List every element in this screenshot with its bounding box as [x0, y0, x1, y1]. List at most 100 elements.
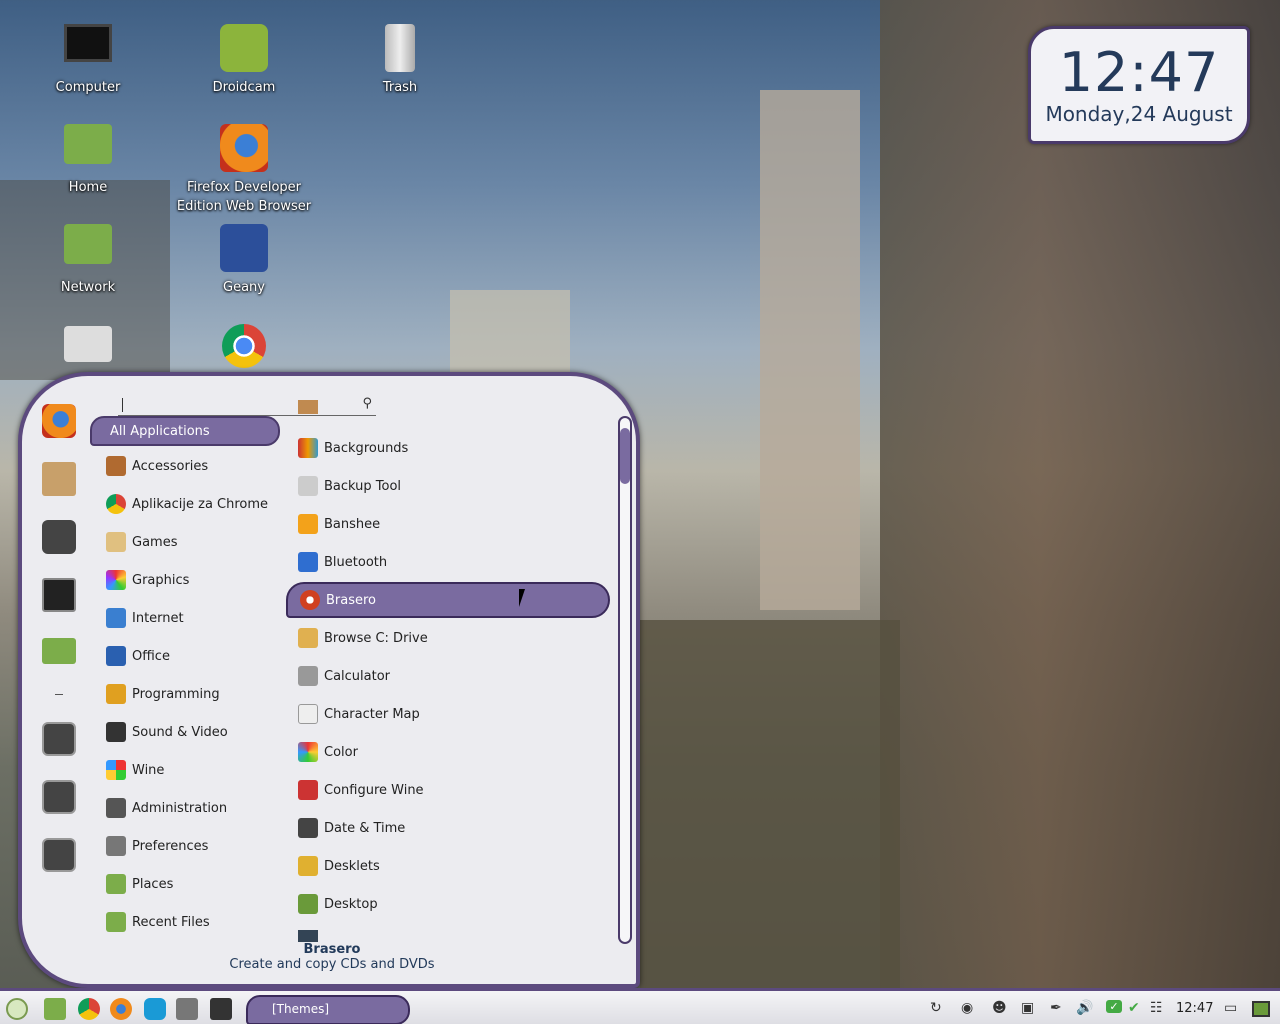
workspace-icon[interactable]: ▭	[1224, 1000, 1237, 1016]
search-icon: ⚲	[362, 396, 372, 411]
accessories-icon	[106, 456, 126, 476]
search-input[interactable]: ⚲	[118, 394, 376, 416]
firefox-icon	[220, 124, 268, 172]
shield-icon[interactable]: ✔	[1128, 1000, 1140, 1016]
app-label: Bluetooth	[324, 554, 388, 570]
category-administration[interactable]: Administration	[106, 793, 227, 823]
show-desktop-icon[interactable]	[1252, 1001, 1270, 1017]
monitor-icon	[64, 24, 112, 62]
category-internet[interactable]: Internet	[106, 603, 184, 633]
calculator-icon	[298, 666, 318, 686]
app-label: Desktop	[324, 896, 378, 912]
desktop-icon-home[interactable]: Home	[18, 124, 158, 197]
lock-screen-icon[interactable]	[42, 722, 76, 756]
clock-date: Monday,24 August	[1045, 102, 1233, 126]
app-icon	[298, 930, 318, 942]
app-item-date-time[interactable]: Date & Time	[298, 813, 405, 843]
network-icon[interactable]: ☷	[1150, 1000, 1163, 1016]
terminal-icon[interactable]	[42, 578, 76, 612]
app-label: Brasero	[326, 592, 377, 608]
category-label: Preferences	[132, 838, 209, 854]
app-item-bluetooth[interactable]: Bluetooth	[298, 547, 387, 577]
category-wine[interactable]: Wine	[106, 755, 164, 785]
desktop-icon-usb-drive[interactable]	[18, 326, 158, 368]
application-menu: ⚲ All Applications Accessories Aplikacij…	[18, 372, 640, 988]
volume-icon[interactable]: 🔊	[1076, 1000, 1093, 1016]
category-all-applications[interactable]: All Applications	[90, 416, 280, 446]
wine-icon	[106, 760, 126, 780]
category-programming[interactable]: Programming	[106, 679, 220, 709]
desktop-icon-chrome[interactable]	[174, 324, 314, 374]
screenshot-icon[interactable]: ▣	[1021, 1000, 1034, 1016]
desktop-icon-label: Computer	[55, 80, 121, 95]
app-item-banshee[interactable]: Banshee	[298, 509, 380, 539]
app-item-brasero[interactable]: Brasero	[286, 582, 610, 618]
desktop-icon-label: Geany	[223, 280, 265, 295]
desktop-icon-trash[interactable]: Trash	[330, 24, 470, 97]
folder-icon[interactable]	[42, 638, 76, 664]
chrome-launcher-icon[interactable]	[78, 998, 100, 1020]
category-recent-files[interactable]: Recent Files	[106, 907, 210, 937]
desktop-icon-network[interactable]: Network	[18, 224, 158, 297]
skype-launcher-icon[interactable]	[144, 998, 166, 1020]
category-games[interactable]: Games	[106, 527, 177, 557]
menu-button-icon[interactable]	[6, 998, 28, 1020]
category-accessories[interactable]: Accessories	[106, 451, 208, 481]
scrollbar-thumb[interactable]	[620, 428, 630, 484]
app-item-color[interactable]: Color	[298, 737, 358, 767]
package-manager-icon[interactable]	[42, 462, 76, 496]
office-icon	[106, 646, 126, 666]
clock-time: 12:47	[1058, 41, 1220, 104]
video-launcher-icon[interactable]	[176, 998, 198, 1020]
app-label: Date & Time	[324, 820, 406, 836]
pen-icon[interactable]: ✒	[1050, 1000, 1062, 1016]
firefox-icon[interactable]	[42, 404, 76, 438]
wine-config-icon	[298, 780, 318, 800]
logout-icon[interactable]	[42, 780, 76, 814]
category-graphics[interactable]: Graphics	[106, 565, 189, 595]
files-launcher-icon[interactable]	[44, 998, 66, 1020]
system-monitor-launcher-icon[interactable]	[210, 998, 232, 1020]
desktop-icon-geany[interactable]: Geany	[174, 224, 314, 297]
category-office[interactable]: Office	[106, 641, 170, 671]
firefox-launcher-icon[interactable]	[110, 998, 132, 1020]
desktop-icon-label: Droidcam	[212, 80, 276, 95]
settings-icon[interactable]	[42, 520, 76, 554]
internet-icon	[106, 608, 126, 628]
desktop-icon	[298, 894, 318, 914]
wallpaper-building	[760, 90, 860, 610]
clock-desklet[interactable]: 12:47 Monday,24 August	[1028, 26, 1250, 144]
administration-icon	[106, 798, 126, 818]
desktop-icon-droidcam[interactable]: Droidcam	[174, 24, 314, 97]
user-icon[interactable]: ☻	[992, 1000, 1007, 1016]
category-chrome-apps[interactable]: Aplikacije za Chrome	[106, 489, 268, 519]
refresh-icon[interactable]: ↻	[930, 1000, 942, 1016]
mouse-cursor	[519, 589, 531, 607]
app-item-browse-c-drive[interactable]: Browse C: Drive	[298, 623, 428, 653]
update-check-icon[interactable]: ✓	[1106, 1000, 1122, 1013]
desktop-icon-label: Trash	[382, 80, 418, 95]
shutdown-icon[interactable]	[42, 838, 76, 872]
text-caret	[122, 398, 123, 412]
app-item-desklets[interactable]: Desklets	[298, 851, 380, 881]
separator-icon	[55, 694, 63, 695]
app-label: Browse C: Drive	[324, 630, 428, 646]
games-icon	[106, 532, 126, 552]
window-button-themes[interactable]: [Themes]	[246, 995, 410, 1024]
category-places[interactable]: Places	[106, 869, 173, 899]
app-item-character-map[interactable]: Character Map	[298, 699, 420, 729]
category-label: Internet	[132, 610, 184, 626]
app-item-backup-tool[interactable]: Backup Tool	[298, 471, 401, 501]
category-preferences[interactable]: Preferences	[106, 831, 208, 861]
desktop-icon-firefox-dev[interactable]: Firefox Developer Edition Web Browser	[174, 124, 314, 216]
app-item-configure-wine[interactable]: Configure Wine	[298, 775, 424, 805]
app-item-backgrounds[interactable]: Backgrounds	[298, 433, 408, 463]
app-item-calculator[interactable]: Calculator	[298, 661, 390, 691]
panel-clock[interactable]: 12:47	[1176, 1001, 1213, 1016]
app-list-scrollbar[interactable]	[618, 416, 632, 944]
app-item-desktop[interactable]: Desktop	[298, 889, 378, 919]
category-sound-video[interactable]: Sound & Video	[106, 717, 228, 747]
camera-icon[interactable]: ◉	[961, 1000, 973, 1016]
desktop-icon-computer[interactable]: Computer	[18, 24, 158, 97]
desktop-icon-label: Network	[60, 280, 116, 295]
